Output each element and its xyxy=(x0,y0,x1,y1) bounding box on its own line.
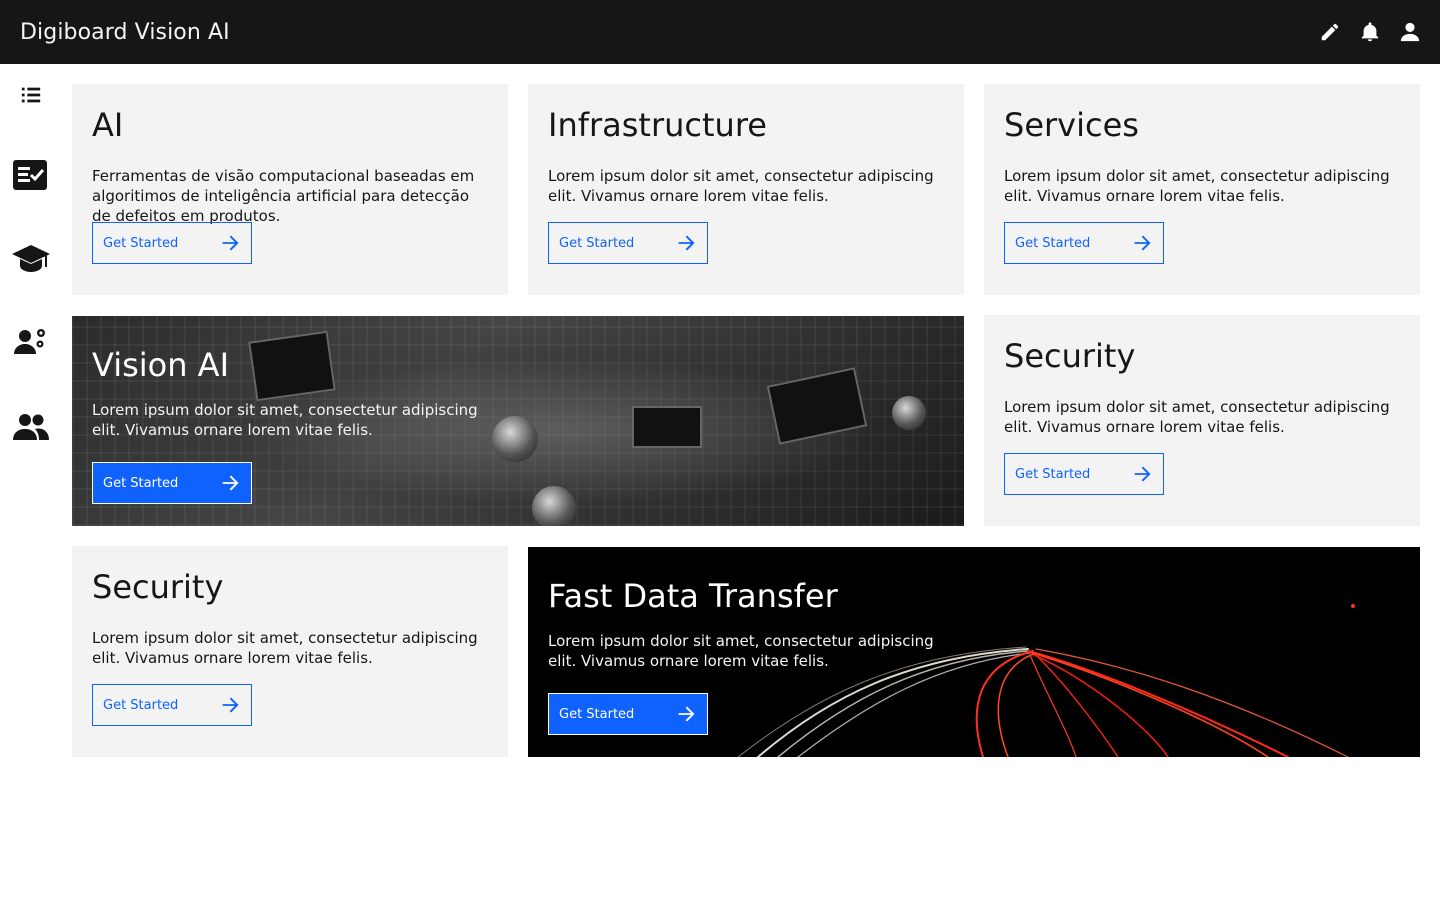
top-actions xyxy=(1310,12,1430,52)
card-title: Security xyxy=(1004,337,1136,375)
arrow-right-icon xyxy=(221,695,241,715)
top-bar: Digiboard Vision AI xyxy=(0,0,1440,64)
arrow-right-icon xyxy=(1133,464,1153,484)
button-label: Get Started xyxy=(103,235,179,251)
sidebar-item-users[interactable] xyxy=(8,404,54,450)
sidebar-item-tasks[interactable] xyxy=(8,152,54,198)
card-security-right: Security Lorem ipsum dolor sit amet, con… xyxy=(984,315,1420,526)
card-services: Services Lorem ipsum dolor sit amet, con… xyxy=(984,84,1420,295)
users-icon xyxy=(13,414,49,440)
button-label: Get Started xyxy=(559,706,635,722)
get-started-button[interactable]: Get Started xyxy=(548,222,708,264)
get-started-button[interactable]: Get Started xyxy=(92,684,252,726)
card-description: Lorem ipsum dolor sit amet, consectetur … xyxy=(92,401,478,439)
card-vision-ai: Vision AI Lorem ipsum dolor sit amet, co… xyxy=(72,316,964,526)
capacitor-decoration xyxy=(892,396,926,430)
get-started-button[interactable]: Get Started xyxy=(1004,222,1164,264)
user-settings-icon xyxy=(14,329,45,354)
get-started-button[interactable]: Get Started xyxy=(92,462,252,504)
sidebar-item-user-settings[interactable] xyxy=(8,318,54,364)
user-button[interactable] xyxy=(1390,12,1430,52)
card-ai: AI Ferramentas de visão computacional ba… xyxy=(72,84,508,295)
arrow-right-icon xyxy=(677,704,697,724)
card-title: Fast Data Transfer xyxy=(548,577,838,615)
button-label: Get Started xyxy=(559,235,635,251)
edit-icon xyxy=(1321,23,1339,41)
card-infrastructure: Infrastructure Lorem ipsum dolor sit ame… xyxy=(528,84,964,295)
chip-decoration xyxy=(632,406,702,448)
list-icon xyxy=(21,87,41,103)
checklist-icon xyxy=(13,160,47,190)
card-description: Lorem ipsum dolor sit amet, consectetur … xyxy=(548,632,934,670)
card-fast-data-transfer: Fast Data Transfer Lorem ipsum dolor sit… xyxy=(528,547,1420,757)
get-started-button[interactable]: Get Started xyxy=(548,693,708,735)
arrow-right-icon xyxy=(1133,233,1153,253)
app-title: Digiboard Vision AI xyxy=(20,19,230,45)
sidebar xyxy=(0,64,62,900)
get-started-button[interactable]: Get Started xyxy=(1004,453,1164,495)
user-icon xyxy=(1400,22,1420,42)
card-security-left: Security Lorem ipsum dolor sit amet, con… xyxy=(72,546,508,757)
notifications-button[interactable] xyxy=(1350,12,1390,52)
capacitor-decoration xyxy=(492,416,538,462)
button-label: Get Started xyxy=(1015,466,1091,482)
card-description: Lorem ipsum dolor sit amet, consectetur … xyxy=(548,167,934,205)
card-title: Vision AI xyxy=(92,346,229,384)
get-started-button[interactable]: Get Started xyxy=(92,222,252,264)
card-description: Ferramentas de visão computacional basea… xyxy=(92,167,475,225)
edit-button[interactable] xyxy=(1310,12,1350,52)
card-description: Lorem ipsum dolor sit amet, consectetur … xyxy=(92,629,478,667)
button-label: Get Started xyxy=(103,475,179,491)
card-description: Lorem ipsum dolor sit amet, consectetur … xyxy=(1004,398,1390,436)
sidebar-item-list[interactable] xyxy=(8,72,54,118)
button-label: Get Started xyxy=(1015,235,1091,251)
card-title: AI xyxy=(92,106,124,144)
card-title: Security xyxy=(92,568,224,606)
arrow-right-icon xyxy=(221,233,241,253)
card-description: Lorem ipsum dolor sit amet, consectetur … xyxy=(1004,167,1390,205)
button-label: Get Started xyxy=(103,697,179,713)
bell-icon xyxy=(1361,22,1379,42)
card-title: Services xyxy=(1004,106,1139,144)
card-title: Infrastructure xyxy=(548,106,767,144)
capacitor-decoration xyxy=(532,486,576,526)
arrow-right-icon xyxy=(221,473,241,493)
graduation-cap-icon xyxy=(12,245,50,272)
arrow-right-icon xyxy=(677,233,697,253)
sidebar-item-learning[interactable] xyxy=(8,236,54,282)
